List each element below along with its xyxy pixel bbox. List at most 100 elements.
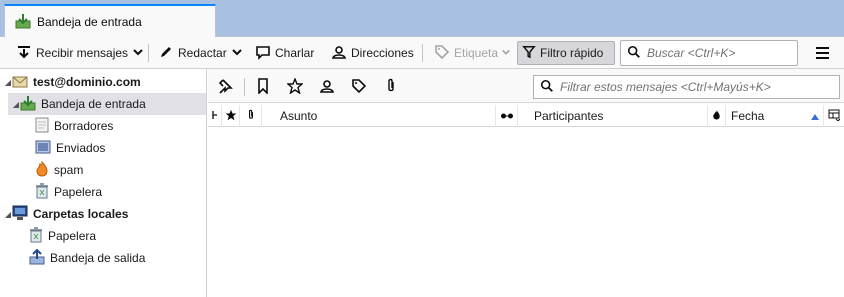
folder-label: Carpetas locales: [33, 207, 129, 221]
spam-flame-icon: [35, 160, 49, 180]
sort-ascending-icon: [811, 109, 819, 123]
tab-inbox[interactable]: Bandeja de entrada: [4, 4, 216, 38]
trash-icon: [29, 226, 43, 246]
get-messages-dropdown[interactable]: [128, 41, 148, 65]
folder-label: test@dominio.com: [33, 75, 141, 89]
funnel-icon: [522, 45, 536, 62]
column-attachment[interactable]: [240, 105, 262, 127]
pin-icon: [217, 78, 233, 97]
column-subject[interactable]: Asunto: [262, 105, 496, 127]
folder-label: Bandeja de entrada: [41, 97, 146, 111]
app-menu-button[interactable]: [812, 43, 832, 63]
get-messages-button[interactable]: Recibir mensajes: [12, 41, 132, 65]
folder-row-local-folders[interactable]: ◢ Carpetas locales: [0, 203, 206, 225]
quick-filter-bar: Filtrar estos mensajes <Ctrl+Mayús+K>: [208, 69, 844, 103]
download-icon: [16, 44, 32, 63]
outbox-icon: [29, 248, 45, 268]
sticky-filter-button[interactable]: [214, 76, 236, 98]
address-book-label: Direcciones: [351, 46, 414, 60]
thread-icon: [211, 109, 219, 124]
starred-filter-button[interactable]: [284, 76, 306, 98]
folder-pane: ◢ test@dominio.com ◢ Bandeja de entrada …: [0, 69, 207, 297]
contact-filter-button[interactable]: [316, 76, 338, 98]
twisty-icon[interactable]: ◢: [4, 210, 12, 219]
main-toolbar: Recibir mensajes Redactar Charlar Direcc…: [0, 37, 844, 69]
folder-label: Papelera: [48, 229, 97, 243]
column-date-label: Fecha: [731, 109, 765, 123]
column-date[interactable]: Fecha: [726, 105, 824, 127]
folder-row-trash[interactable]: Papelera: [0, 181, 206, 203]
message-pane: Filtrar estos mensajes <Ctrl+Mayús+K> As…: [208, 69, 844, 297]
address-book-button[interactable]: Direcciones: [327, 41, 418, 65]
contact-icon: [319, 78, 335, 97]
flame-icon: [712, 109, 721, 124]
folder-row-sent[interactable]: Enviados: [0, 137, 206, 159]
compose-label: Redactar: [178, 46, 227, 60]
compose-dropdown[interactable]: [227, 41, 247, 65]
column-picker-button[interactable]: [824, 105, 844, 127]
tags-filter-button[interactable]: [348, 76, 370, 98]
search-input[interactable]: Buscar <Ctrl+K>: [620, 40, 798, 66]
inbox-icon: [15, 13, 31, 32]
chat-button[interactable]: Charlar: [251, 41, 318, 65]
chat-bubble-icon: [255, 44, 271, 63]
folder-label: Papelera: [54, 185, 103, 199]
filter-placeholder: Filtrar estos mensajes <Ctrl+Mayús+K>: [560, 80, 771, 94]
toolbar-divider: [422, 44, 423, 62]
folder-label: Enviados: [56, 141, 106, 155]
column-read-status[interactable]: [708, 105, 726, 127]
folder-row-spam[interactable]: spam: [0, 159, 206, 181]
tab-strip: Bandeja de entrada: [0, 0, 844, 38]
chat-label: Charlar: [275, 46, 315, 60]
chevron-down-icon: [132, 46, 144, 61]
folder-row-local-trash[interactable]: Papelera: [0, 225, 206, 247]
quick-filter-button[interactable]: Filtro rápido: [517, 41, 615, 65]
tag-icon: [351, 78, 367, 97]
column-participants[interactable]: Participantes: [518, 105, 708, 127]
local-folders-icon: [12, 205, 28, 224]
folder-label: Borradores: [54, 119, 114, 133]
tab-label: Bandeja de entrada: [37, 15, 142, 29]
filter-messages-input[interactable]: Filtrar estos mensajes <Ctrl+Mayús+K>: [533, 75, 840, 99]
column-thread[interactable]: [208, 105, 222, 127]
search-icon: [540, 79, 554, 96]
compose-button[interactable]: Redactar: [154, 41, 231, 65]
column-participants-label: Participantes: [534, 109, 604, 123]
tag-button[interactable]: Etiqueta: [430, 41, 515, 65]
folder-row-drafts[interactable]: Borradores: [0, 115, 206, 137]
star-icon: [225, 109, 237, 124]
column-subject-label: Asunto: [280, 109, 318, 123]
folder-label: spam: [54, 163, 84, 177]
twisty-icon[interactable]: ◢: [4, 78, 12, 87]
search-icon: [627, 45, 641, 62]
drafts-icon: [35, 117, 49, 136]
tag-icon: [434, 44, 450, 63]
bookmark-icon: [256, 77, 270, 97]
folder-label: Bandeja de salida: [50, 251, 146, 265]
folder-row-outbox[interactable]: Bandeja de salida: [0, 247, 206, 269]
unread-filter-button[interactable]: [252, 76, 274, 98]
paperclip-icon: [246, 108, 256, 125]
get-messages-label: Recibir mensajes: [36, 46, 129, 60]
sent-icon: [35, 139, 51, 158]
chevron-down-icon: [501, 46, 511, 60]
qf-divider: [244, 78, 245, 96]
attachment-filter-button[interactable]: [380, 76, 402, 98]
folder-row-account[interactable]: ◢ test@dominio.com: [0, 71, 206, 93]
search-placeholder: Buscar <Ctrl+K>: [647, 46, 736, 60]
tag-label: Etiqueta: [454, 46, 499, 60]
twisty-icon[interactable]: ◢: [12, 100, 20, 109]
folder-row-inbox[interactable]: ◢ Bandeja de entrada: [8, 93, 206, 115]
chevron-down-icon: [231, 46, 243, 61]
thread-column-header: Asunto Participantes Fecha: [208, 105, 844, 127]
quick-filter-label: Filtro rápido: [540, 46, 604, 60]
account-icon: [12, 74, 28, 91]
toolbar-divider: [148, 44, 149, 62]
hamburger-icon: [816, 47, 829, 49]
star-icon: [286, 76, 304, 97]
paperclip-icon: [384, 78, 398, 97]
column-picker-icon: [828, 109, 841, 124]
column-junk-status[interactable]: [496, 105, 518, 127]
column-starred[interactable]: [222, 105, 240, 127]
glasses-icon: [500, 109, 514, 123]
